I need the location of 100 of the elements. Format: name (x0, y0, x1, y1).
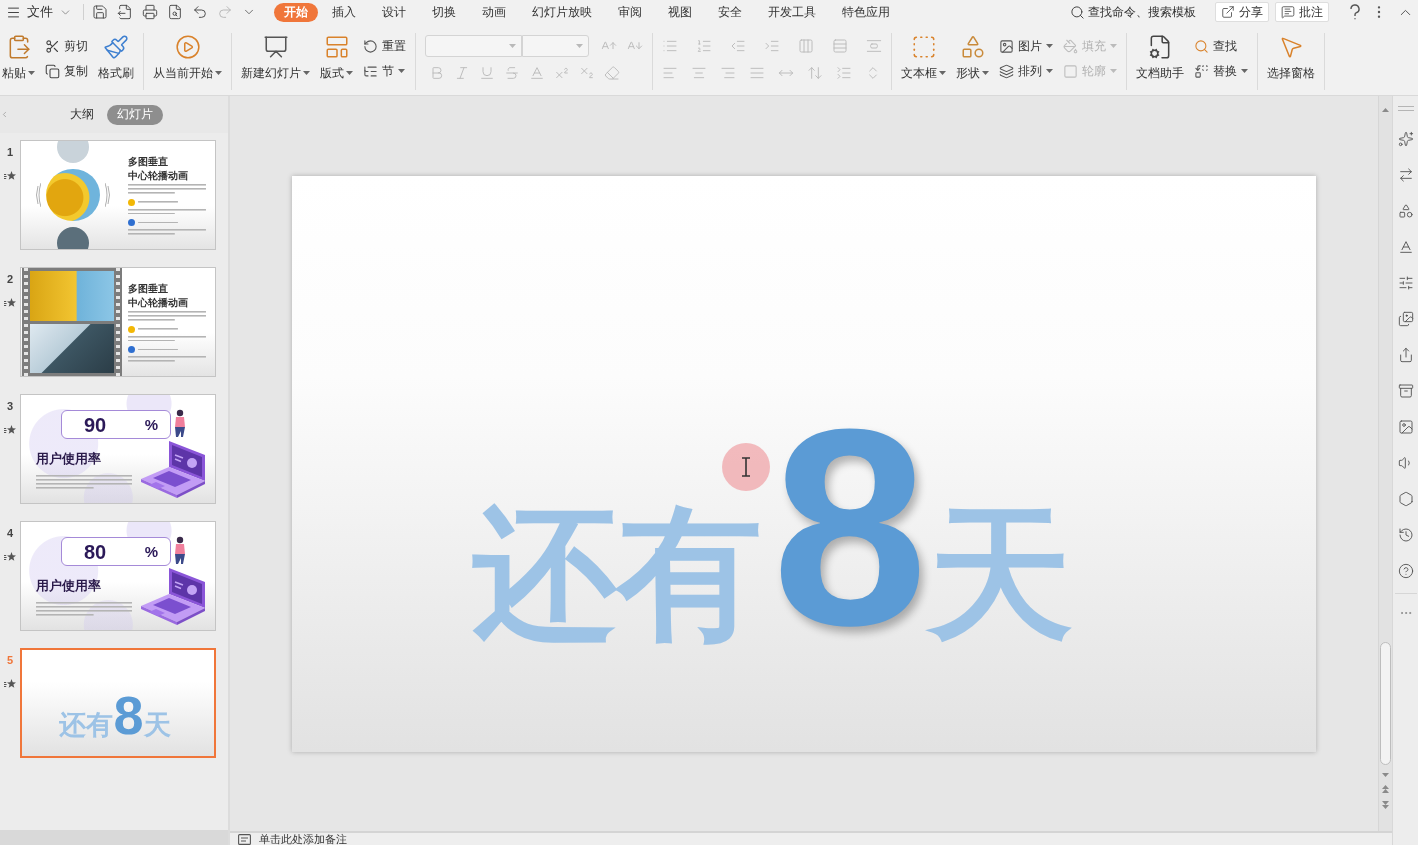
underline-icon[interactable] (479, 65, 495, 81)
cut-button[interactable]: 剪切 (45, 35, 88, 57)
eraser-icon[interactable] (604, 65, 620, 81)
paste-button[interactable]: 粘贴 (2, 33, 35, 81)
align-justify-icon[interactable] (749, 65, 765, 81)
comment-icon (1281, 5, 1295, 19)
menu-tab[interactable]: 安全 (706, 2, 754, 22)
collapse-panel-icon[interactable] (0, 110, 9, 119)
find-button[interactable]: 查找 (1194, 35, 1248, 57)
numbered-list-icon[interactable] (696, 38, 712, 54)
section-button[interactable]: 节 (363, 60, 406, 82)
doc-assistant-button[interactable]: 文档助手 (1136, 33, 1184, 81)
layout-button[interactable]: 版式 (320, 33, 353, 81)
bullet-dot-icon (128, 219, 135, 227)
notes-field[interactable]: 单击此处添加备注 (259, 833, 459, 845)
share-button[interactable]: 分享 (1215, 2, 1269, 22)
picture-icon[interactable] (1397, 419, 1414, 435)
font-size-field[interactable] (522, 35, 589, 57)
caret-icon (509, 44, 516, 48)
previous-slide-icon[interactable] (1382, 785, 1389, 793)
slide-text: 天 (143, 712, 171, 739)
replace-button[interactable]: 替换 (1194, 60, 1248, 82)
share-icon[interactable] (1397, 347, 1414, 363)
vertical-align-icon[interactable] (866, 38, 882, 54)
scroll-up-icon[interactable] (1382, 108, 1389, 112)
text-style-icon[interactable] (1397, 239, 1414, 255)
align-text-icon[interactable] (832, 38, 848, 54)
menu-tab[interactable]: 幻灯片放映 (520, 2, 604, 22)
search-icon (1194, 38, 1209, 54)
text-lines-drawing (138, 348, 178, 351)
menu-tab[interactable]: 特色应用 (830, 2, 902, 22)
reset-button[interactable]: 重置 (363, 35, 406, 57)
menu-tab[interactable]: 视图 (656, 2, 704, 22)
menu-tab[interactable]: 动画 (470, 2, 518, 22)
scroll-thumb[interactable] (1380, 642, 1391, 765)
hexagon-icon[interactable] (1397, 491, 1414, 507)
scroll-down-icon[interactable] (1382, 773, 1389, 777)
command-search-button[interactable]: 查找命令、搜索模板 (1070, 3, 1196, 21)
align-left-icon[interactable] (662, 65, 678, 81)
slide-thumbnail[interactable]: 90 % 用户使用率 (20, 394, 216, 504)
save-icon[interactable] (92, 4, 108, 20)
shapes-icon[interactable] (1397, 203, 1414, 219)
bold-icon[interactable] (429, 65, 445, 81)
slide-subtitle: 中心轮播动画 (128, 297, 189, 308)
file-menu-button[interactable]: 文件 (3, 2, 75, 22)
picture-icon (999, 38, 1014, 54)
shape-button[interactable]: 形状 (956, 33, 989, 81)
from-current-button[interactable]: 从当前开始 (153, 33, 222, 81)
line-spacing-icon[interactable] (807, 65, 823, 81)
align-right-icon[interactable] (720, 65, 736, 81)
picture-button[interactable]: 图片 (999, 35, 1053, 57)
print-icon[interactable] (142, 4, 158, 20)
new-slide-button[interactable]: 新建幻灯片 (241, 33, 310, 81)
drag-handle-icon[interactable] (1397, 106, 1414, 111)
menu-tab[interactable]: 开发工具 (756, 2, 828, 22)
text-direction-icon[interactable] (798, 38, 814, 54)
panel-tab[interactable]: 大纲 (60, 104, 104, 125)
copy-button[interactable]: 复制 (45, 60, 88, 82)
slide-thumbnail[interactable]: 多图垂直 中心轮播动画 (20, 267, 216, 377)
menu-tab[interactable]: 插入 (320, 2, 368, 22)
italic-icon[interactable] (454, 65, 470, 81)
comment-button[interactable]: 批注 (1275, 2, 1329, 22)
strikethrough-icon[interactable] (504, 65, 520, 81)
images-icon[interactable] (1397, 311, 1414, 327)
menu-tab[interactable]: 设计 (370, 2, 418, 22)
arrange-button[interactable]: 排列 (999, 60, 1053, 82)
slide-title: 多图垂直 (128, 283, 169, 294)
indent-decrease-icon[interactable] (730, 38, 746, 54)
slide-title: 多图垂直 (128, 156, 169, 167)
notes-icon (238, 833, 251, 845)
menu-tab[interactable]: 审阅 (606, 2, 654, 22)
archive-icon[interactable] (1397, 383, 1414, 399)
help-icon[interactable] (1349, 4, 1361, 20)
text-lines-drawing (138, 201, 178, 203)
text-box-button[interactable]: 文本框 (901, 33, 946, 81)
slide-number-text: 8 (772, 421, 928, 632)
swap-icon[interactable] (1397, 167, 1414, 183)
slide-thumbnail[interactable]: 多图垂直 中心轮播动画 (20, 140, 216, 250)
photo-placeholder (57, 141, 89, 163)
subscript-icon[interactable] (579, 65, 595, 81)
section-icon (363, 63, 378, 79)
superscript-icon[interactable] (554, 65, 570, 81)
indent-increase-icon[interactable] (764, 38, 780, 54)
menu-tab[interactable]: 切换 (420, 2, 468, 22)
export-icon[interactable] (117, 4, 133, 20)
slide-thumbnail[interactable]: 80 % 用户使用率 (20, 521, 216, 631)
align-center-icon[interactable] (691, 65, 707, 81)
sliders-icon[interactable] (1397, 275, 1414, 291)
sparkles-icon[interactable] (1397, 131, 1414, 147)
print-preview-icon[interactable] (167, 4, 183, 20)
format-painter-button[interactable]: 格式刷 (98, 33, 134, 81)
history-icon[interactable] (1397, 527, 1414, 543)
slide-icon (262, 34, 289, 60)
undo-icon[interactable] (192, 4, 208, 20)
redo-icon[interactable] (217, 4, 233, 20)
next-slide-icon[interactable] (1382, 801, 1389, 809)
paragraph-spacing-icon[interactable] (836, 65, 852, 81)
font-color-icon[interactable] (529, 65, 545, 81)
selection-pane-button[interactable]: 选择窗格 (1267, 33, 1315, 81)
help-icon[interactable] (1397, 563, 1414, 579)
